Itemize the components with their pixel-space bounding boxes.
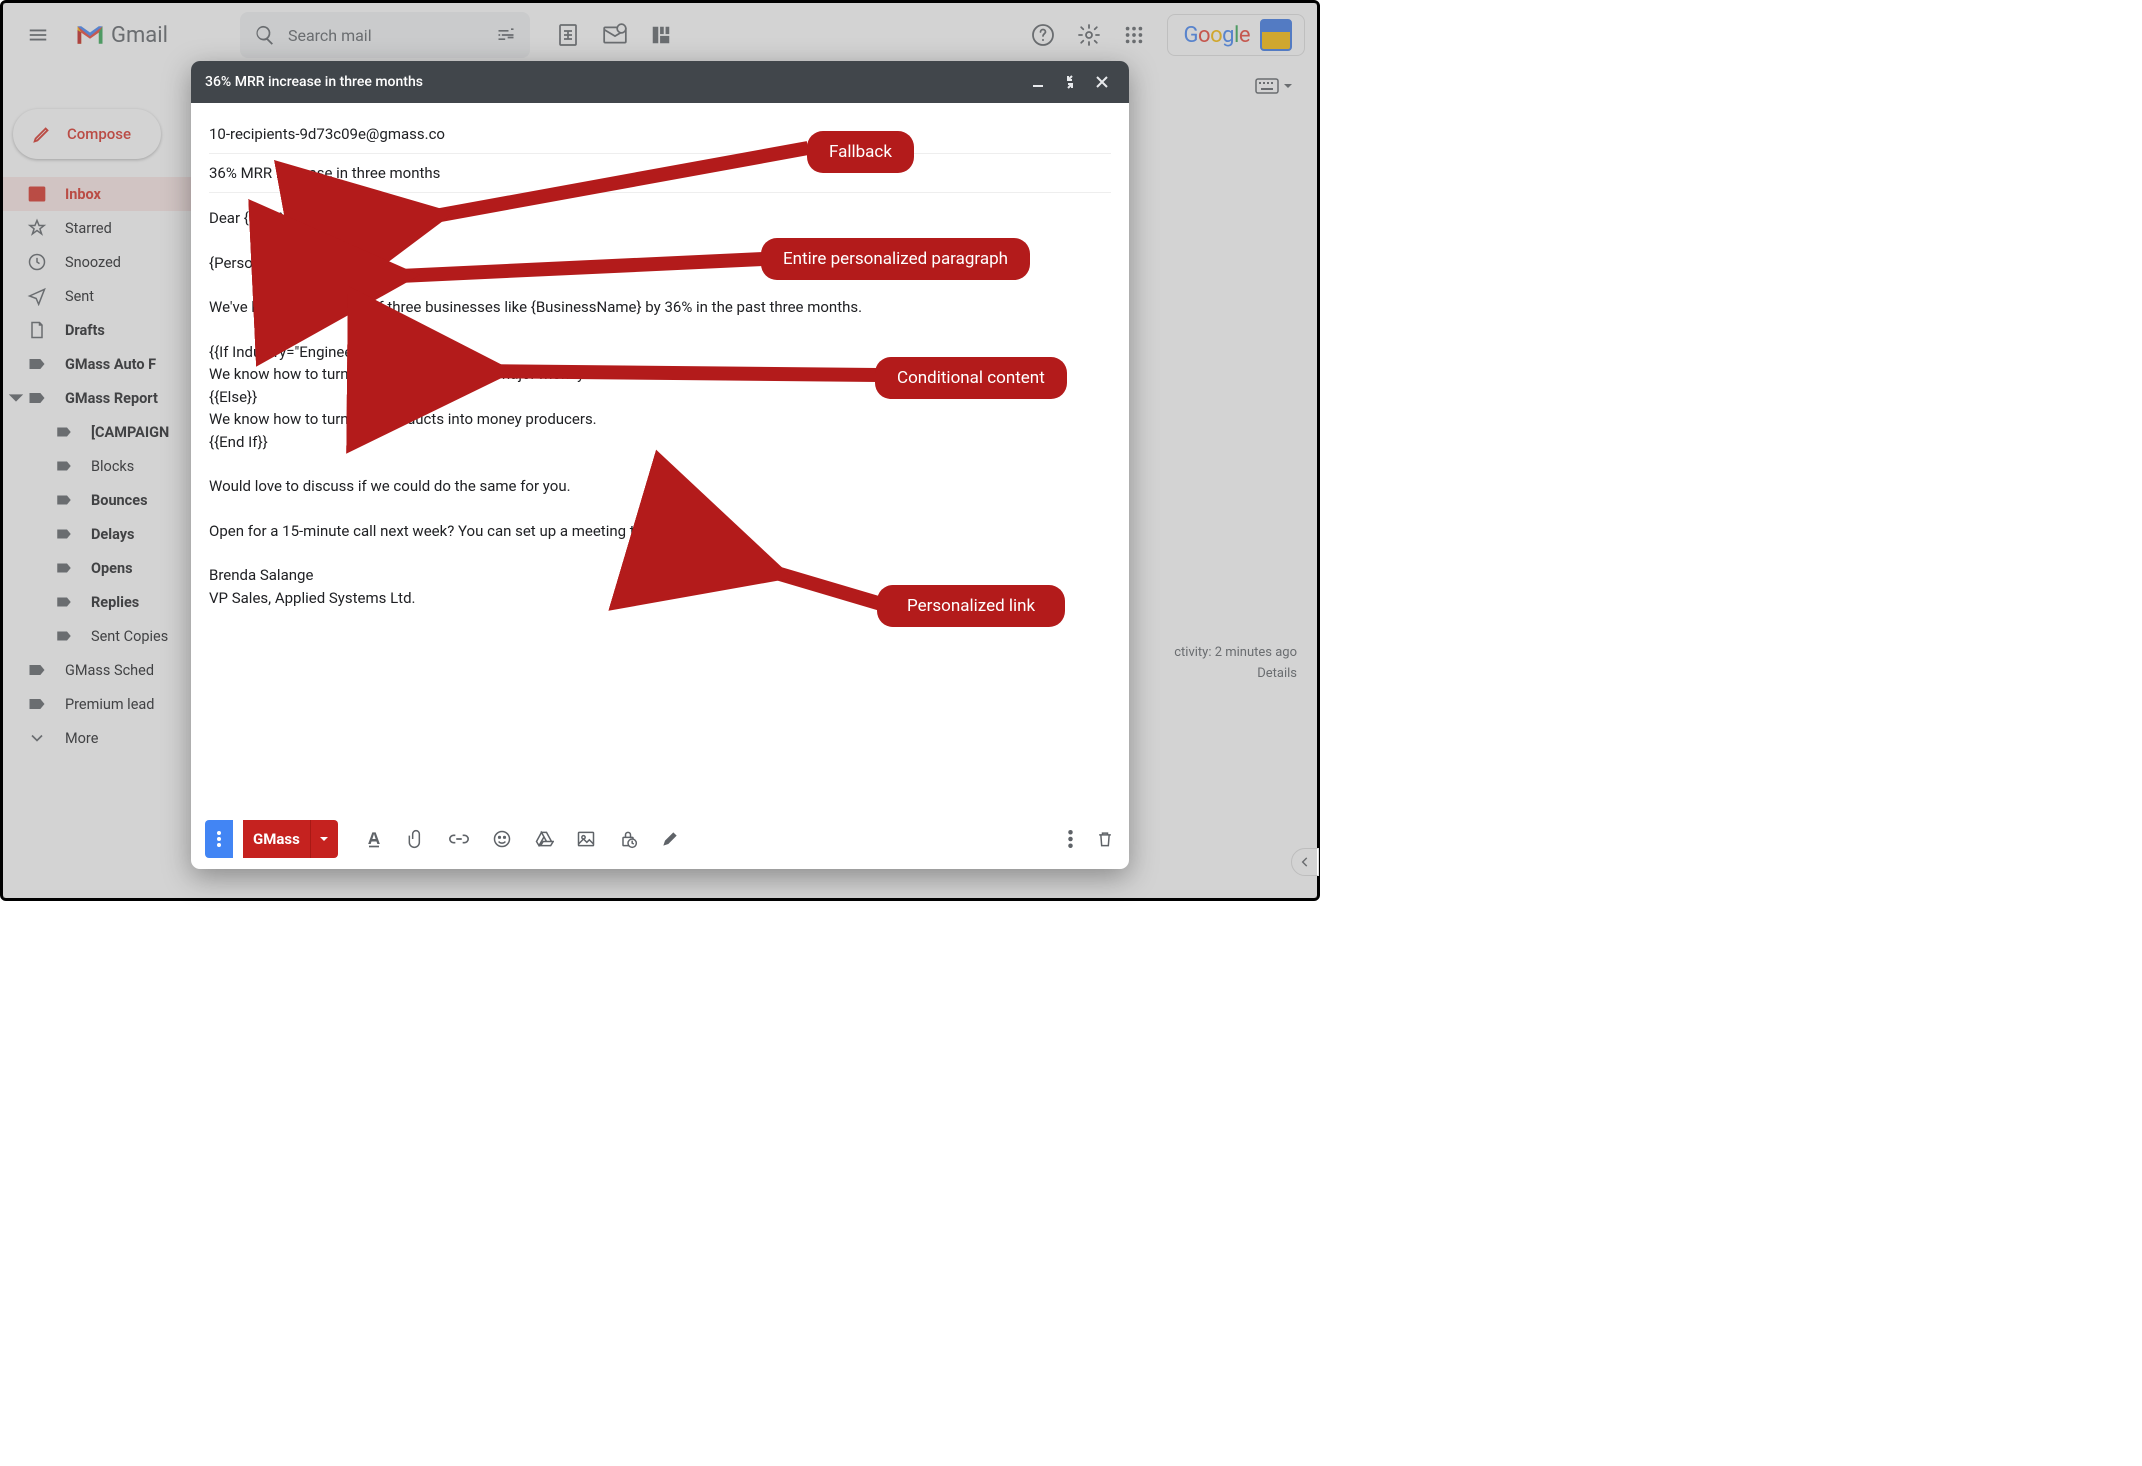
search-icon — [254, 24, 276, 46]
dropdown-icon — [1283, 81, 1293, 91]
image-icon[interactable] — [576, 829, 596, 849]
gmail-icon — [75, 23, 105, 47]
cond-else: We know how to turn your products into m… — [209, 408, 1111, 431]
tag-icon — [55, 525, 73, 543]
pencil-icon — [31, 123, 53, 145]
annotation-link: Personalized link — [877, 585, 1065, 627]
close-button[interactable] — [1089, 69, 1115, 95]
tag-icon — [55, 593, 73, 611]
compose-button[interactable]: Compose — [13, 109, 161, 159]
annotation-conditional: Conditional content — [875, 357, 1067, 399]
send-icon — [27, 286, 47, 306]
emoji-icon[interactable] — [492, 829, 512, 849]
compose-titlebar[interactable]: 36% MRR increase in three months — [191, 61, 1129, 103]
star-icon — [27, 218, 47, 238]
sidebar-item-gmass-report[interactable]: GMass Report — [25, 381, 158, 415]
minimize-button[interactable] — [1025, 69, 1051, 95]
minimize-icon — [1031, 75, 1045, 89]
main-menu-button[interactable] — [15, 12, 61, 58]
discard-icon[interactable] — [1095, 829, 1115, 849]
nav-label: Snoozed — [65, 254, 121, 271]
tag-icon — [27, 388, 47, 408]
caret-down-icon[interactable] — [7, 389, 25, 407]
chevron-left-icon — [1298, 855, 1312, 869]
annotation-fallback: Fallback — [807, 131, 914, 173]
extension-icons — [556, 22, 672, 48]
file-icon — [27, 320, 47, 340]
compose-actions-right — [1068, 829, 1115, 849]
keyboard-icon — [1255, 77, 1279, 95]
confidential-icon[interactable] — [618, 829, 638, 849]
nav-label: Drafts — [65, 322, 105, 339]
activity-info: ctivity: 2 minutes ago Details — [1174, 643, 1297, 685]
compose-toolbar: GMass — [191, 809, 1129, 869]
send-options-button[interactable] — [205, 820, 233, 858]
nav-label: GMass Report — [65, 390, 158, 407]
boost-line: We've boosted the MRR of three businesse… — [209, 296, 1111, 319]
pen-icon[interactable] — [660, 829, 680, 849]
compose-title: 36% MRR increase in three months — [205, 74, 423, 90]
help-icon[interactable] — [1031, 23, 1055, 47]
arrow-fallback — [398, 145, 818, 239]
tune-icon[interactable] — [496, 25, 516, 45]
more-vert-icon — [217, 831, 221, 847]
tag-icon — [55, 491, 73, 509]
arrow-conditional — [458, 361, 888, 395]
meeting-link[interactable]: here — [663, 522, 692, 540]
account-avatar — [1260, 19, 1292, 51]
attach-icon[interactable] — [406, 829, 426, 849]
nav-label: Sent — [65, 288, 94, 305]
inbox-icon — [27, 184, 47, 204]
cond-end: {{End If}} — [209, 431, 1111, 454]
account-pill[interactable]: Google — [1167, 14, 1305, 56]
settings-icon[interactable] — [1077, 23, 1101, 47]
apps-icon[interactable] — [1123, 24, 1145, 46]
fullscreen-exit-icon — [1063, 75, 1077, 89]
gmass-label: GMass — [243, 830, 310, 848]
cta-line: Open for a 15-minute call next week? You… — [209, 520, 1111, 543]
close-icon — [1095, 75, 1109, 89]
clock-icon — [27, 252, 47, 272]
signature-name: Brenda Salange — [209, 564, 1111, 587]
tag-icon — [55, 627, 73, 645]
mail-badge-icon[interactable] — [602, 22, 628, 48]
text-format-icon[interactable] — [364, 829, 384, 849]
header-right: Google — [1031, 14, 1305, 56]
nav-label: Starred — [65, 220, 112, 237]
input-tools[interactable] — [1255, 77, 1293, 95]
tag-icon — [27, 354, 47, 374]
app-name: Gmail — [111, 23, 168, 48]
drive-icon[interactable] — [534, 829, 554, 849]
search-placeholder: Search mail — [288, 26, 484, 45]
app-header: Gmail Search mail Google — [3, 3, 1317, 67]
annotation-paragraph: Entire personalized paragraph — [761, 238, 1030, 280]
caret-down-icon — [319, 834, 329, 844]
google-label: Google — [1184, 23, 1250, 48]
arrow-link — [738, 558, 898, 622]
tag-icon — [55, 559, 73, 577]
gmass-send-button[interactable]: GMass — [243, 820, 338, 858]
gmass-dropdown[interactable] — [310, 820, 338, 858]
formatting-tools — [364, 828, 680, 850]
arrow-paragraph — [363, 253, 773, 297]
chevron-down-icon — [27, 728, 47, 748]
gmail-logo[interactable]: Gmail — [75, 23, 168, 48]
tag-icon — [27, 694, 47, 714]
search-bar[interactable]: Search mail — [240, 12, 530, 58]
compose-label: Compose — [67, 125, 131, 143]
details-link[interactable]: Details — [1174, 664, 1297, 685]
nav-label: GMass Auto F — [65, 356, 156, 373]
discuss-line: Would love to discuss if we could do the… — [209, 475, 1111, 498]
sheet-icon[interactable] — [556, 22, 580, 48]
link-icon[interactable] — [448, 828, 470, 850]
tag-icon — [55, 457, 73, 475]
side-panel-toggle[interactable] — [1291, 848, 1319, 876]
tag-icon — [55, 423, 73, 441]
nav-label: Inbox — [65, 186, 101, 203]
tag-icon — [27, 660, 47, 680]
hamburger-icon — [27, 24, 49, 46]
fullscreen-exit-button[interactable] — [1057, 69, 1083, 95]
grid-panel-icon[interactable] — [650, 23, 672, 47]
more-options-icon[interactable] — [1068, 830, 1073, 848]
